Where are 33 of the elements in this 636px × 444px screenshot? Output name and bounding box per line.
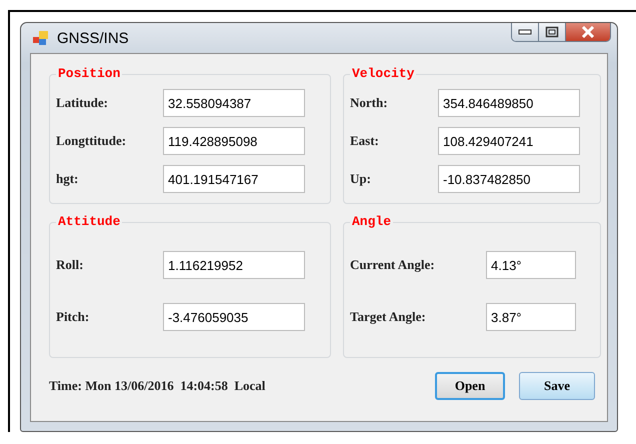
field-label: Longttitude: bbox=[56, 133, 128, 149]
value-field[interactable]: 3.87° bbox=[486, 303, 576, 331]
time-label: Time: Mon 13/06/2016 14:04:58 Local bbox=[49, 378, 266, 394]
field-label: Up: bbox=[350, 171, 372, 187]
group-title: Angle bbox=[350, 214, 394, 229]
minimize-icon bbox=[518, 28, 532, 36]
value-field[interactable]: 401.191547167 bbox=[163, 165, 305, 193]
field-label: Roll: bbox=[56, 257, 84, 273]
field-label: East: bbox=[350, 133, 380, 149]
minimize-button[interactable] bbox=[512, 23, 539, 41]
value-field[interactable]: -10.837482850 bbox=[438, 165, 580, 193]
value-field[interactable]: 32.558094387 bbox=[163, 89, 305, 117]
window-title: GNSS/INS bbox=[57, 30, 130, 46]
field-label: Pitch: bbox=[56, 309, 90, 325]
field-label: Target Angle: bbox=[350, 309, 427, 325]
value-field[interactable]: 108.429407241 bbox=[438, 127, 580, 155]
close-icon bbox=[580, 26, 596, 38]
maximize-button[interactable] bbox=[539, 23, 566, 41]
maximize-icon bbox=[545, 26, 559, 38]
field-label: North: bbox=[350, 95, 389, 111]
field-label: Latitude: bbox=[56, 95, 109, 111]
value-field[interactable]: 354.846489850 bbox=[438, 89, 580, 117]
field-label: hgt: bbox=[56, 171, 80, 187]
value-field[interactable]: 4.13° bbox=[486, 251, 576, 279]
value-field[interactable]: 1.116219952 bbox=[163, 251, 305, 279]
action-button[interactable]: Open bbox=[435, 372, 505, 400]
app-icon bbox=[33, 30, 49, 46]
group-title: Velocity bbox=[350, 66, 416, 81]
value-field[interactable]: -3.476059035 bbox=[163, 303, 305, 331]
field-label: Current Angle: bbox=[350, 257, 436, 273]
value-field[interactable]: 119.428895098 bbox=[163, 127, 305, 155]
close-button[interactable] bbox=[566, 23, 610, 41]
action-button[interactable]: Save bbox=[519, 372, 595, 400]
